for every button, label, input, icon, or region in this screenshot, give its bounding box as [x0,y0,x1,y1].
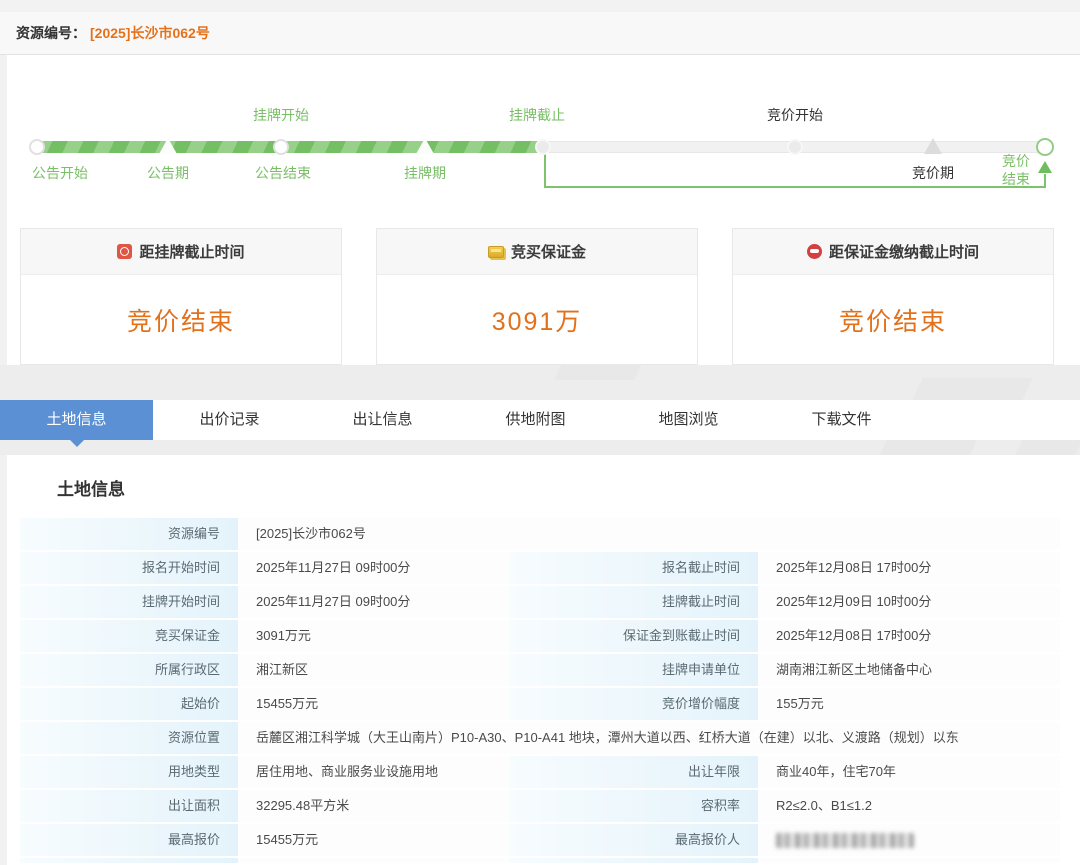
row-label: 竞价增价幅度 [510,688,758,720]
table-row: 资源位置 岳麓区湘江科学城（大王山南片）P10-A30、P10-A41 地块，潭… [20,722,1060,754]
card-listing-deadline: 距挂牌截止时间 竞价结束 [20,228,342,365]
milestone-announce-end-icon [273,139,289,155]
summary-cards: 距挂牌截止时间 竞价结束 竞买保证金 3091万 距保证金缴纳截止时间 竞价结束 [0,228,1080,365]
card-deposit-deadline: 距保证金缴纳截止时间 竞价结束 [732,228,1054,365]
row-label: 保证金到账截止时间 [510,620,758,652]
card-value: 竞价结束 [21,275,341,364]
milestone-bidding-start-icon [787,139,803,155]
row-value: 湘江新区 [238,654,510,686]
timeline-bracket [544,152,1045,188]
land-info-table: 资源编号 [2025]长沙市062号 报名开始时间 2025年11月27日 09… [20,518,1060,863]
row-label: 资源位置 [20,722,238,754]
row-value: 2025年12月08日 17时00分 [758,552,1060,584]
row-label: 最高报价 [20,824,238,856]
tab-map-browse[interactable]: 地图浏览 [612,400,765,440]
row-value: 3091万元 [238,620,510,652]
row-label: 报名开始时间 [20,552,238,584]
milestone-announce-period-icon [159,138,177,154]
label-announce-period: 公告期 [147,163,189,183]
table-row: 用地类型 居住用地、商业服务业设施用地 出让年限 商业40年，住宅70年 [20,756,1060,788]
top-strip [0,0,1080,12]
card-title: 竞买保证金 [511,241,586,262]
row-value: 居住用地、商业服务业设施用地 [238,756,510,788]
row-label: 挂牌申请单位 [510,654,758,686]
milestone-listing-deadline-icon [535,139,551,155]
table-row-cutoff [20,858,1060,863]
table-row: 出让面积 32295.48平方米 容积率 R2≤2.0、B1≤1.2 [20,790,1060,822]
label-bidding-start: 竞价开始 [767,105,823,125]
row-label: 最高报价人 [510,824,758,856]
row-value: 2025年11月27日 09时00分 [238,586,510,618]
milestone-announce-start-icon [29,139,45,155]
card-value: 竞价结束 [733,275,1053,364]
page: 资源编号： [2025]长沙市062号 挂牌开始 挂牌截止 竞价开始 公告开始 … [0,0,1080,865]
row-value: 15455万元 [238,688,510,720]
label-listing-period: 挂牌期 [404,163,446,183]
section-title: 土地信息 [57,475,1080,500]
row-label: 用地类型 [20,756,238,788]
card-deposit-amount: 竞买保证金 3091万 [376,228,698,365]
row-label: 竞买保证金 [20,620,238,652]
tab-transfer-info[interactable]: 出让信息 [306,400,459,440]
left-edge-strip [0,455,7,865]
card-value: 3091万 [377,275,697,364]
label-bidding-period: 竞价期 [912,163,954,183]
highest-bidder-value [758,824,1060,856]
row-label: 挂牌截止时间 [510,586,758,618]
alarm-clock-icon [117,244,132,259]
row-value: 岳麓区湘江科学城（大王山南片）P10-A30、P10-A41 地块，潭州大道以西… [238,722,1060,754]
table-row: 所属行政区 湘江新区 挂牌申请单位 湖南湘江新区土地储备中心 [20,654,1060,686]
row-value: [2025]长沙市062号 [238,518,1060,550]
row-label: 报名截止时间 [510,552,758,584]
left-edge-strip [0,55,7,365]
table-row: 最高报价 15455万元 最高报价人 [20,824,1060,856]
row-label: 出让面积 [20,790,238,822]
money-icon [488,246,504,258]
row-value: 155万元 [758,688,1060,720]
tab-download-files[interactable]: 下载文件 [765,400,918,440]
label-announce-end: 公告结束 [255,163,311,183]
resource-number-value: [2025]长沙市062号 [90,23,210,43]
row-value: 商业40年，住宅70年 [758,756,1060,788]
row-label: 资源编号 [20,518,238,550]
row-label: 起始价 [20,688,238,720]
label-listing-start: 挂牌开始 [253,105,309,125]
milestone-bidding-end-icon [1036,138,1054,156]
table-row: 报名开始时间 2025年11月27日 09时00分 报名截止时间 2025年12… [20,552,1060,584]
auction-timeline: 挂牌开始 挂牌截止 竞价开始 公告开始 公告期 公告结束 挂牌期 竞价期 竞价 … [0,55,1080,228]
milestone-listing-period-icon [416,138,434,154]
row-value: 32295.48平方米 [238,790,510,822]
resource-number-label: 资源编号： [16,23,86,43]
table-row: 资源编号 [2025]长沙市062号 [20,518,1060,550]
redacted-bidder-name [776,833,914,848]
resource-number-bar: 资源编号： [2025]长沙市062号 [0,12,1080,55]
deposit-icon [807,244,822,259]
row-value: 2025年11月27日 09时00分 [238,552,510,584]
row-label: 出让年限 [510,756,758,788]
label-announce-start: 公告开始 [32,163,88,183]
table-row: 起始价 15455万元 竞价增价幅度 155万元 [20,688,1060,720]
tab-land-info[interactable]: 土地信息 [0,400,153,440]
current-stage-arrow-icon [1038,161,1052,173]
table-row: 竞买保证金 3091万元 保证金到账截止时间 2025年12月08日 17时00… [20,620,1060,652]
row-label: 容积率 [510,790,758,822]
row-value: 15455万元 [238,824,510,856]
land-info-panel: 土地信息 资源编号 [2025]长沙市062号 报名开始时间 2025年11月2… [0,455,1080,865]
tab-bar: 土地信息 出价记录 出让信息 供地附图 地图浏览 下载文件 [0,400,1080,440]
timeline-progress-completed [37,141,543,153]
milestone-bidding-period-icon [924,138,942,154]
row-value: 2025年12月08日 17时00分 [758,620,1060,652]
row-value: 2025年12月09日 10时00分 [758,586,1060,618]
card-title: 距保证金缴纳截止时间 [829,241,979,262]
label-listing-deadline: 挂牌截止 [509,105,565,125]
row-label: 挂牌开始时间 [20,586,238,618]
row-value: R2≤2.0、B1≤1.2 [758,790,1060,822]
row-value: 湖南湘江新区土地储备中心 [758,654,1060,686]
row-label: 所属行政区 [20,654,238,686]
card-title: 距挂牌截止时间 [139,241,244,262]
tab-supply-map[interactable]: 供地附图 [459,400,612,440]
tab-bid-records[interactable]: 出价记录 [153,400,306,440]
table-row: 挂牌开始时间 2025年11月27日 09时00分 挂牌截止时间 2025年12… [20,586,1060,618]
